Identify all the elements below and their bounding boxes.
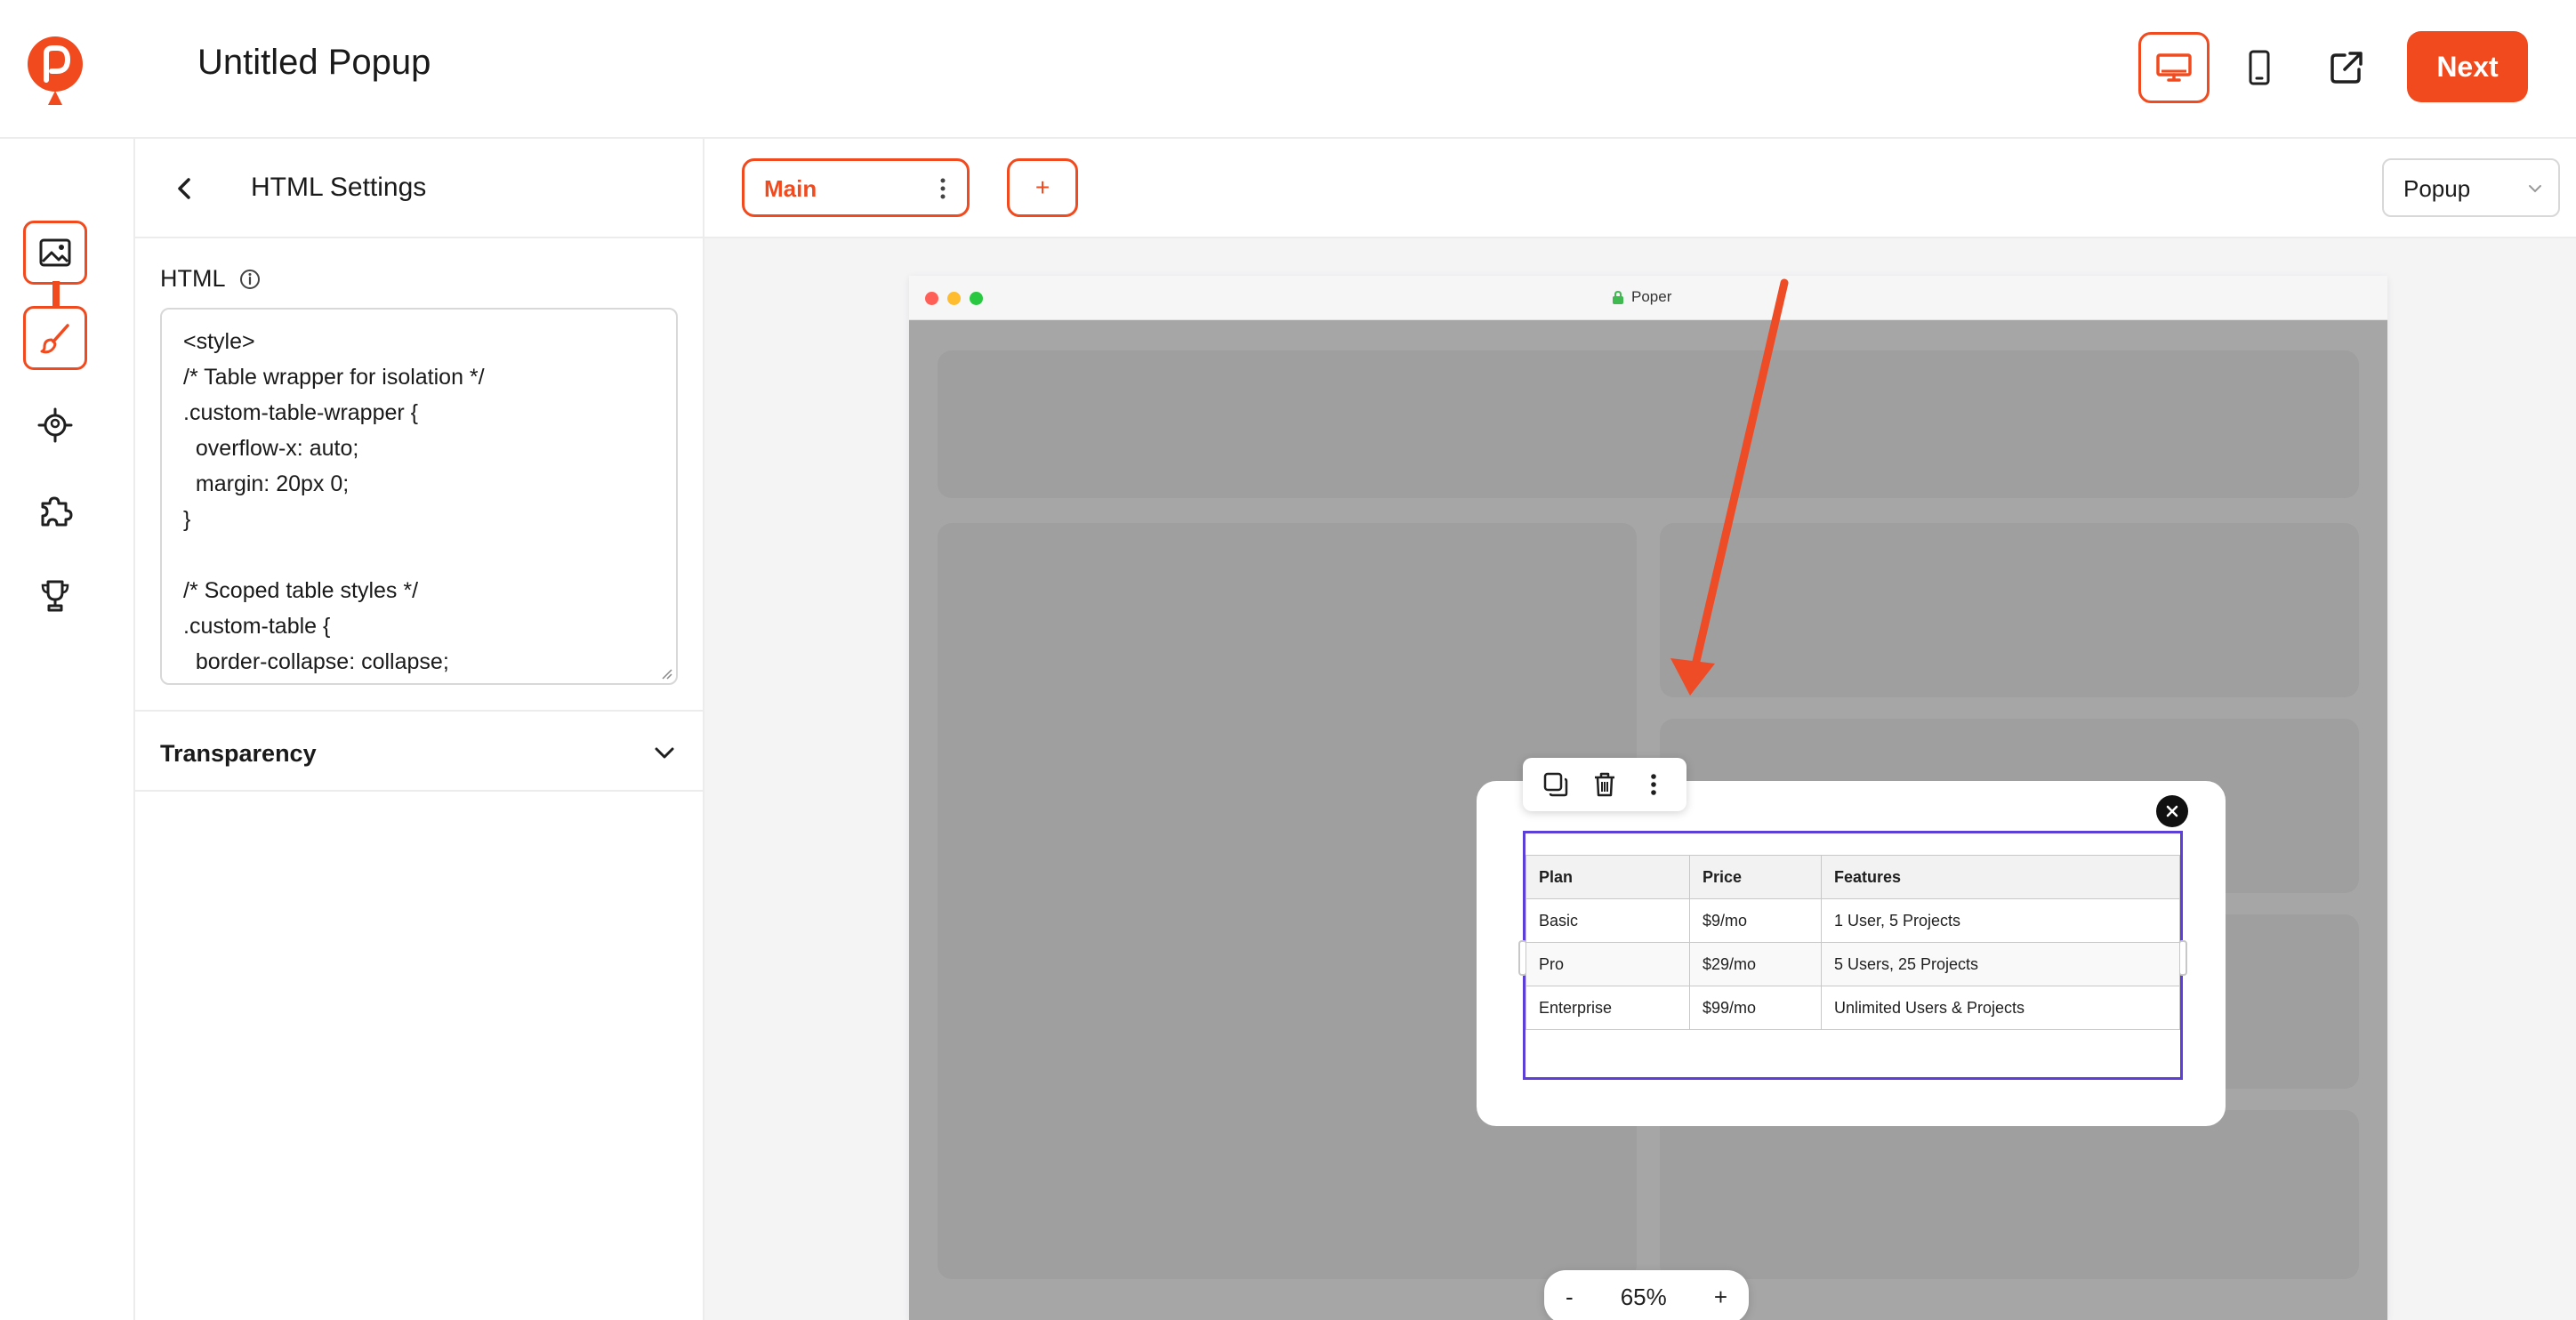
skeleton-block xyxy=(1660,523,2359,697)
table-row: Basic $9/mo 1 User, 5 Projects xyxy=(1525,898,2180,943)
rail-item-goals[interactable] xyxy=(23,564,87,628)
browser-title: Poper xyxy=(1631,288,1672,305)
table-cell: Pro xyxy=(1525,942,1690,986)
poper-logo[interactable] xyxy=(27,36,84,110)
zoom-level: 65% xyxy=(1620,1283,1667,1310)
table-row: Pro $29/mo 5 Users, 25 Projects xyxy=(1525,942,2180,986)
brush-icon xyxy=(40,324,69,354)
chevron-down-icon xyxy=(2529,185,2541,193)
rail-item-integrations[interactable] xyxy=(23,479,87,543)
popup-close-button[interactable] xyxy=(2156,795,2188,827)
rail-item-design[interactable] xyxy=(23,306,87,370)
browser-bar: Poper xyxy=(909,276,2387,320)
table-header-row: Plan Price Features xyxy=(1525,855,2180,899)
maximize-dot xyxy=(970,292,983,305)
duplicate-icon[interactable] xyxy=(1542,770,1570,799)
mobile-icon xyxy=(2249,50,2270,85)
trash-icon[interactable] xyxy=(1590,770,1619,799)
desktop-view-button[interactable] xyxy=(2138,32,2210,103)
html-element-selected[interactable]: Plan Price Features Basic $9/mo 1 User, … xyxy=(1518,831,2187,1080)
panel-title: HTML Settings xyxy=(251,173,427,202)
table-cell: Unlimited Users & Projects xyxy=(1821,986,2180,1030)
table-cell: $29/mo xyxy=(1689,942,1822,986)
next-button[interactable]: Next xyxy=(2407,31,2528,102)
image-icon xyxy=(39,238,71,267)
add-step-button[interactable]: + xyxy=(1007,158,1078,217)
popup-title[interactable]: Untitled Popup xyxy=(197,43,431,83)
column-header: Price xyxy=(1689,855,1822,899)
resize-grip-icon[interactable] xyxy=(658,665,672,680)
rail-item-content[interactable] xyxy=(23,221,87,285)
close-icon xyxy=(2166,805,2178,817)
close-dot xyxy=(925,292,938,305)
lock-icon xyxy=(1613,290,1623,304)
zoom-out-button[interactable]: - xyxy=(1566,1284,1574,1311)
html-field-label: HTML xyxy=(160,265,262,293)
chevron-left-icon xyxy=(178,178,190,199)
pricing-table: Plan Price Features Basic $9/mo 1 User, … xyxy=(1525,855,2180,1030)
step-tabbar: Main + Popup xyxy=(704,139,2576,238)
browser-address: Poper xyxy=(1612,288,1671,306)
column-header: Plan xyxy=(1525,855,1690,899)
table-cell: $9/mo xyxy=(1689,898,1822,943)
skeleton-block xyxy=(1660,1110,2359,1279)
mobile-view-button[interactable] xyxy=(2224,32,2295,103)
element-toolbar xyxy=(1523,758,1686,811)
left-rail xyxy=(0,139,135,1320)
preview-button[interactable] xyxy=(2311,32,2382,103)
html-label: HTML xyxy=(160,265,226,292)
table-row: Enterprise $99/mo Unlimited Users & Proj… xyxy=(1525,986,2180,1030)
tab-main[interactable]: Main xyxy=(742,158,970,217)
desktop-icon xyxy=(2156,53,2192,82)
transparency-section[interactable]: Transparency xyxy=(135,710,703,792)
external-link-icon xyxy=(2330,52,2363,84)
popup-type-select[interactable]: Popup xyxy=(2382,158,2560,217)
zoom-control: - 65% + xyxy=(1544,1270,1749,1320)
table-cell: $99/mo xyxy=(1689,986,1822,1030)
table-cell: 1 User, 5 Projects xyxy=(1821,898,2180,943)
back-button[interactable] xyxy=(165,169,205,208)
chevron-down-icon xyxy=(655,747,674,759)
skeleton-block xyxy=(938,350,2359,498)
panel-header: HTML Settings xyxy=(135,139,703,238)
column-header: Features xyxy=(1821,855,2180,899)
canvas-area: Main + Popup Poper Plan Price Features B… xyxy=(704,139,2576,1320)
target-icon xyxy=(37,407,73,443)
rail-connector xyxy=(52,281,60,306)
minimize-dot xyxy=(947,292,961,305)
puzzle-icon xyxy=(41,496,73,527)
top-header: Untitled Popup Next xyxy=(0,0,2576,139)
more-vertical-icon[interactable] xyxy=(938,177,947,200)
info-icon[interactable] xyxy=(238,268,262,291)
browser-preview: Poper Plan Price Features Basic $9/mo 1 … xyxy=(909,276,2387,1320)
tab-main-label: Main xyxy=(764,175,817,202)
table-cell: Enterprise xyxy=(1525,986,1690,1030)
trophy-icon xyxy=(41,580,69,612)
table-cell: 5 Users, 25 Projects xyxy=(1821,942,2180,986)
zoom-in-button[interactable]: + xyxy=(1714,1284,1727,1311)
html-code-editor[interactable]: <style> /* Table wrapper for isolation *… xyxy=(160,308,678,685)
table-cell: Basic xyxy=(1525,898,1690,943)
settings-panel: HTML Settings HTML <style> /* Table wrap… xyxy=(135,139,704,1320)
popup-type-value: Popup xyxy=(2403,175,2471,202)
transparency-title: Transparency xyxy=(160,740,317,767)
more-vertical-icon[interactable] xyxy=(1639,770,1668,799)
rail-item-targeting[interactable] xyxy=(23,393,87,457)
